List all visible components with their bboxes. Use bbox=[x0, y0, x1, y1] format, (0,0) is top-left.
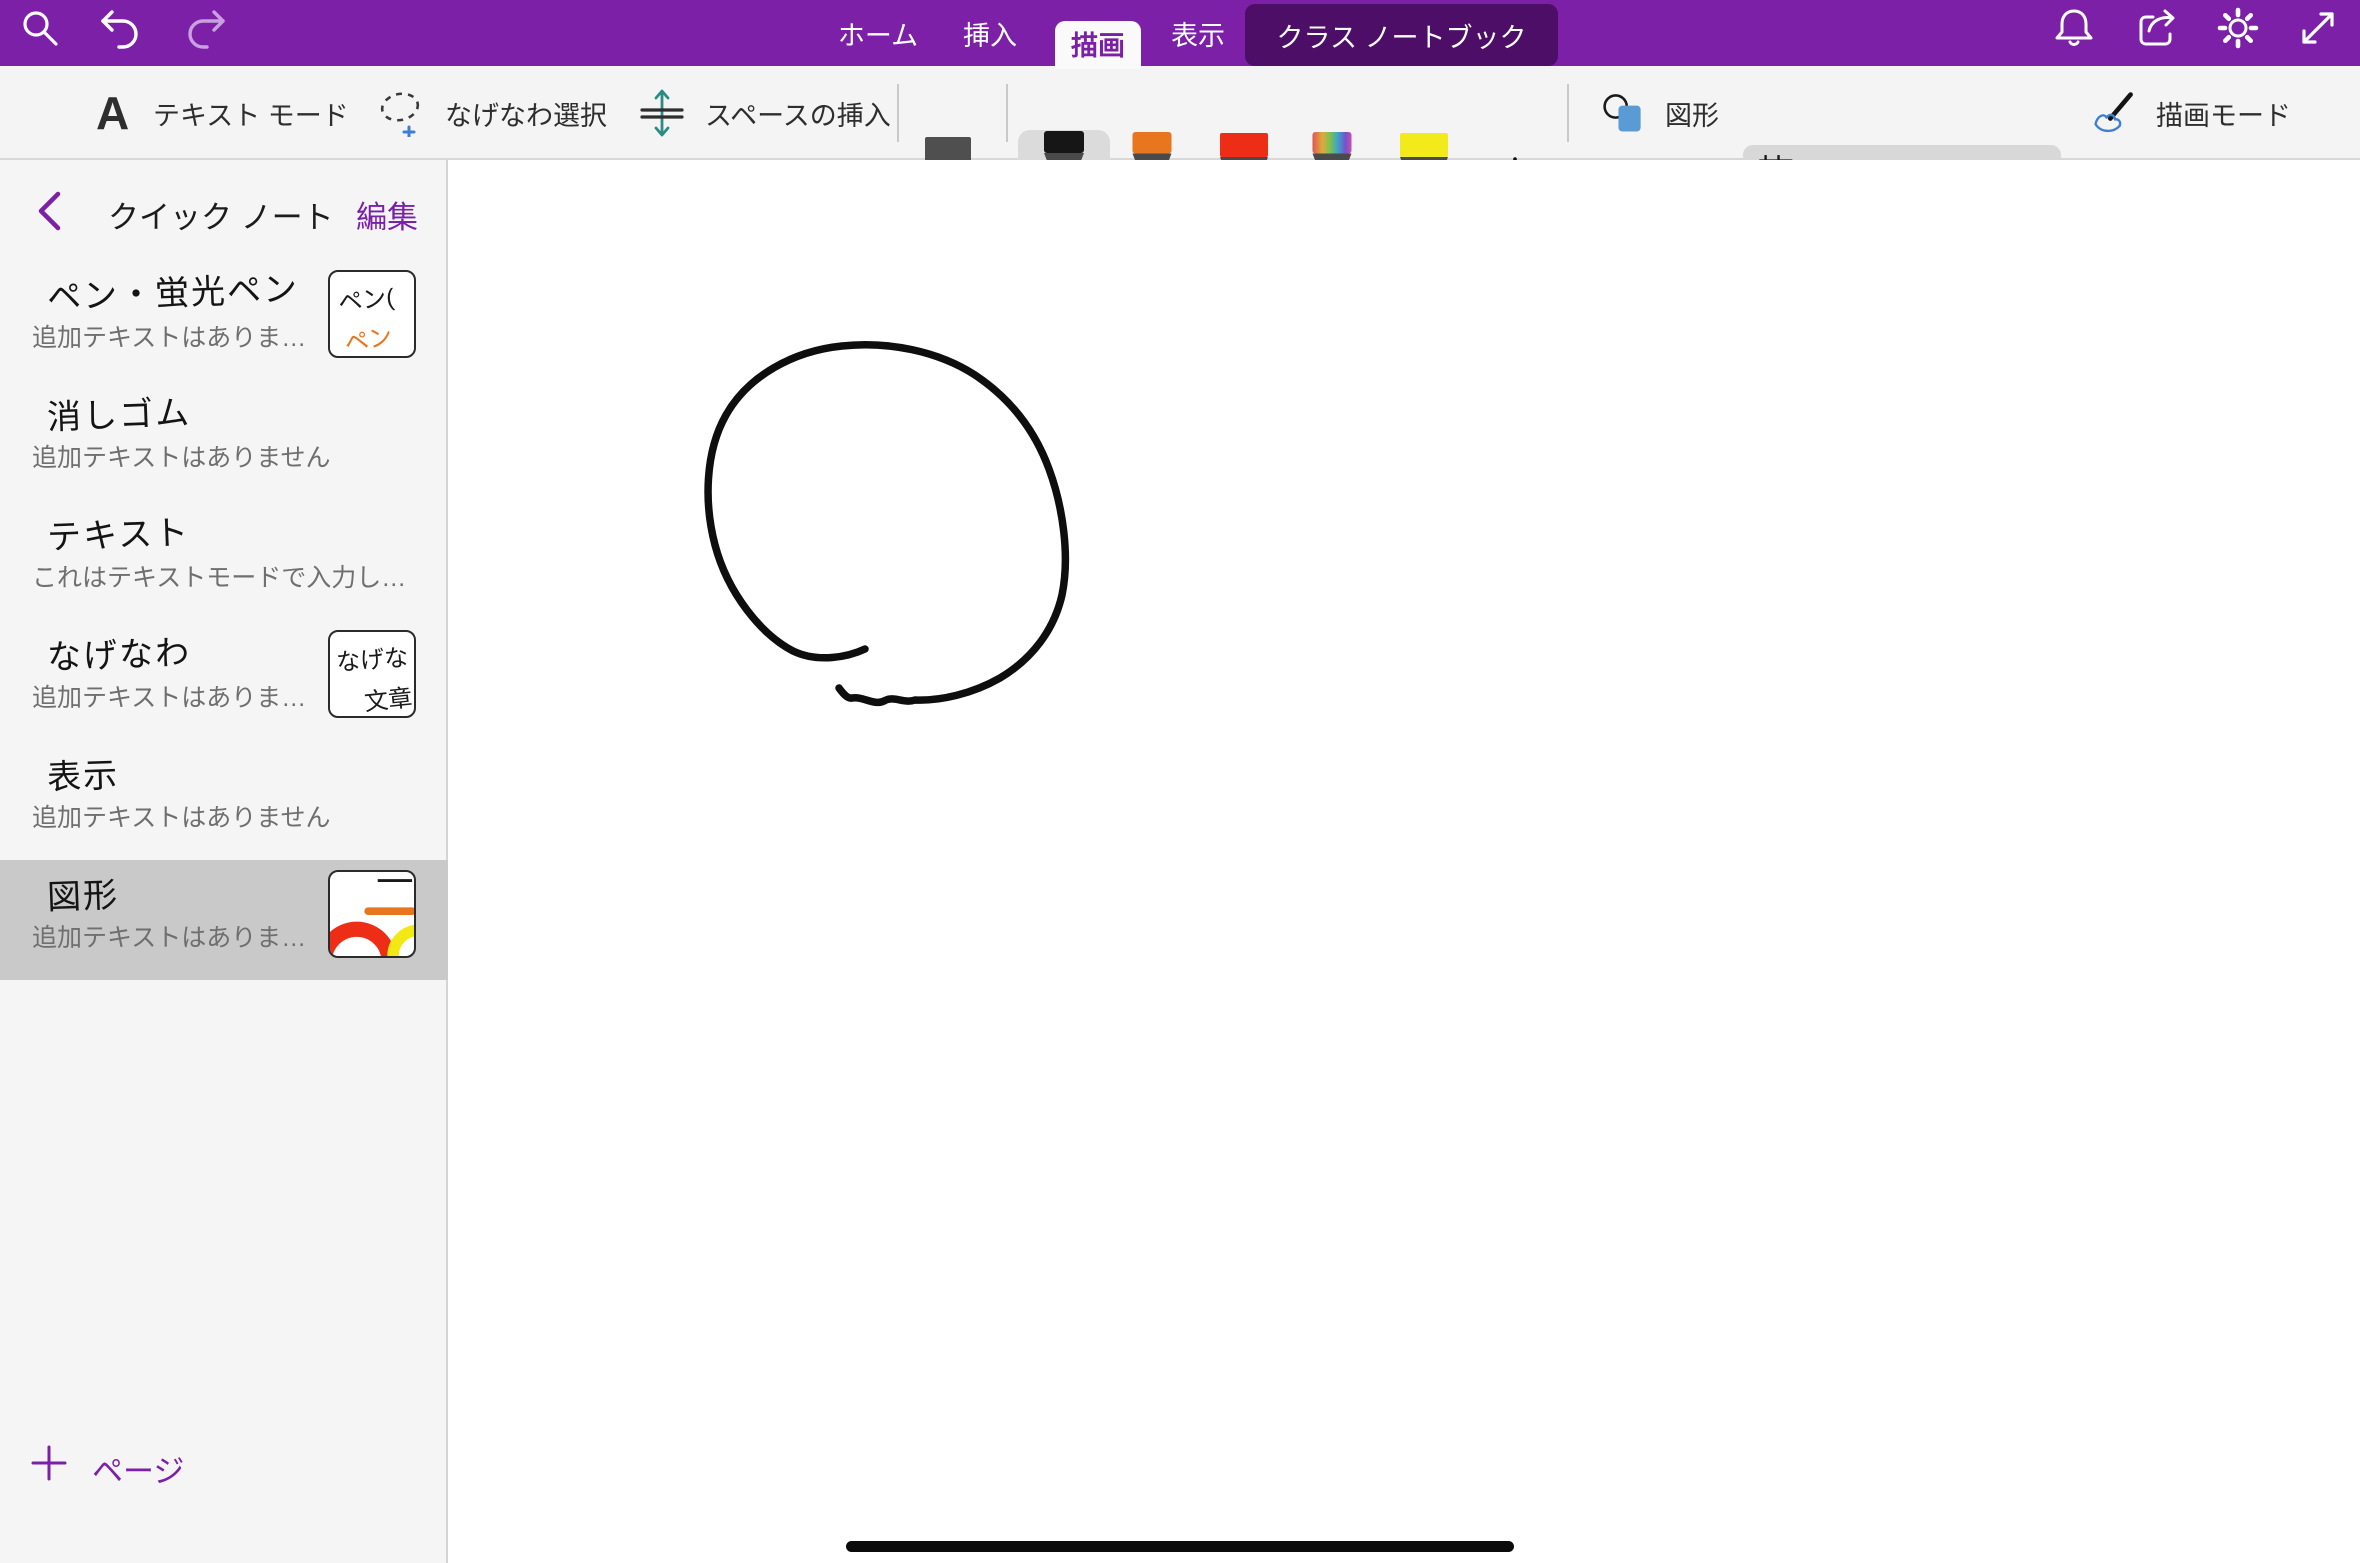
page-row-lasso[interactable]: なげなわ 追加テキストはありま… なげな 文章 bbox=[0, 620, 448, 740]
shapes-button[interactable]: 図形 bbox=[1665, 66, 1719, 160]
draw-mode-button[interactable]: 描画モード bbox=[2156, 66, 2291, 160]
page-title: なげなわ bbox=[46, 625, 192, 679]
page-subtitle: 追加テキストはありま… bbox=[32, 918, 306, 954]
drawing-canvas[interactable] bbox=[450, 160, 2360, 1563]
add-page-label: ページ bbox=[92, 1446, 184, 1491]
back-chevron-icon[interactable] bbox=[34, 190, 64, 232]
page-thumbnail bbox=[328, 870, 416, 958]
undo-icon[interactable] bbox=[99, 6, 143, 50]
page-row-pen-highlighter[interactable]: ペン・蛍光ペン 追加テキストはありま… ペン( ペン bbox=[0, 260, 448, 380]
share-icon[interactable] bbox=[2135, 6, 2179, 50]
home-indicator[interactable] bbox=[846, 1541, 1514, 1552]
toolbar-divider bbox=[1567, 84, 1569, 142]
onenote-app: ホーム 挿入 描画 表示 クラス ノートブック bbox=[0, 0, 2360, 1563]
search-icon[interactable] bbox=[18, 6, 62, 50]
tab-class-notebook[interactable]: クラス ノートブック bbox=[1245, 4, 1558, 66]
fullscreen-icon[interactable] bbox=[2296, 6, 2340, 50]
insert-space-icon bbox=[638, 89, 686, 137]
lasso-icon bbox=[378, 89, 426, 137]
tab-insert[interactable]: 挿入 bbox=[955, 0, 1025, 66]
text-mode-icon: A bbox=[96, 66, 129, 160]
active-tab-bridge bbox=[1055, 65, 1141, 69]
lasso-select-button[interactable]: なげなわ選択 bbox=[445, 66, 607, 160]
add-page-button[interactable]: ページ bbox=[0, 1433, 448, 1493]
draw-mode-icon bbox=[2090, 89, 2138, 137]
sidebar-header: クイック ノート 編集 bbox=[0, 160, 446, 260]
notebook-title: クイック ノート bbox=[108, 192, 334, 237]
page-subtitle: 追加テキストはありま… bbox=[32, 318, 306, 354]
tab-home[interactable]: ホーム bbox=[833, 0, 923, 66]
gear-icon[interactable] bbox=[2216, 6, 2260, 50]
page-subtitle: 追加テキストはありません bbox=[32, 438, 331, 474]
page-row-shapes[interactable]: 図形 追加テキストはありま… bbox=[0, 860, 448, 980]
insert-space-button[interactable]: スペースの挿入 bbox=[705, 66, 891, 160]
tab-draw[interactable]: 描画 bbox=[1055, 21, 1141, 66]
page-subtitle: 追加テキストはありま… bbox=[32, 678, 306, 714]
toolbar-divider bbox=[1006, 84, 1008, 142]
page-row-text[interactable]: テキスト これはテキストモードで入力し… bbox=[0, 500, 448, 620]
page-list-sidebar: クイック ノート 編集 ペン・蛍光ペン 追加テキストはありま… ペン( ペン 消… bbox=[0, 160, 448, 1563]
page-thumbnail: ペン( ペン bbox=[328, 270, 416, 358]
page-thumbnail: なげな 文章 bbox=[328, 630, 416, 718]
edit-button[interactable]: 編集 bbox=[356, 192, 418, 237]
page-title: 消しゴム bbox=[46, 385, 192, 439]
shapes-icon bbox=[1600, 89, 1648, 137]
page-subtitle: 追加テキストはありません bbox=[32, 798, 331, 834]
draw-toolbar: A テキスト モード なげなわ選択 bbox=[0, 66, 2360, 160]
bell-icon[interactable] bbox=[2052, 6, 2096, 50]
page-row-eraser[interactable]: 消しゴム 追加テキストはありません bbox=[0, 380, 448, 500]
page-row-view[interactable]: 表示 追加テキストはありません bbox=[0, 740, 448, 860]
page-title: テキスト bbox=[46, 505, 191, 559]
tab-view[interactable]: 表示 bbox=[1163, 0, 1233, 66]
page-title: 図形 bbox=[46, 868, 120, 919]
page-title: ペン・蛍光ペン bbox=[46, 261, 300, 319]
redo-icon bbox=[183, 6, 227, 50]
toolbar-divider bbox=[897, 84, 899, 142]
page-title: 表示 bbox=[46, 748, 120, 799]
top-app-bar: ホーム 挿入 描画 表示 クラス ノートブック bbox=[0, 0, 2360, 66]
page-subtitle: これはテキストモードで入力し… bbox=[32, 558, 406, 594]
text-mode-button[interactable]: テキスト モード bbox=[153, 66, 349, 160]
plus-icon bbox=[30, 1444, 68, 1482]
